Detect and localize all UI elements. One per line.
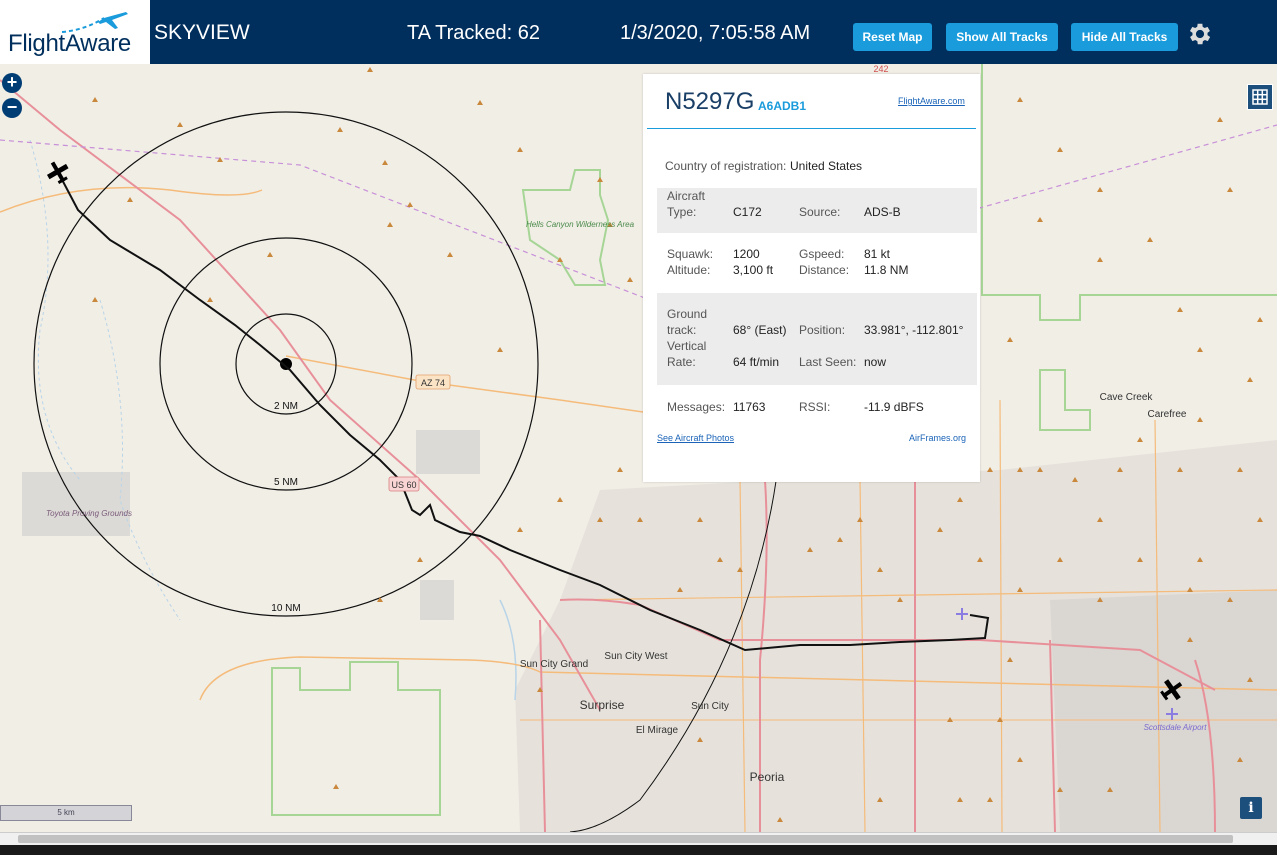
- tracked-count: TA Tracked: 62: [407, 22, 541, 44]
- info-button[interactable]: i: [1240, 797, 1262, 819]
- gear-icon[interactable]: [1186, 20, 1214, 48]
- horizontal-scrollbar[interactable]: [0, 832, 1277, 845]
- place-label-cave-creek: Cave Creek: [1100, 392, 1154, 403]
- scrollbar-thumb[interactable]: [18, 835, 1233, 843]
- logo-text: FlightAware: [8, 30, 131, 57]
- messages-label: Messages:: [667, 400, 726, 414]
- source-label: Source:: [799, 205, 841, 219]
- rssi-label: RSSI:: [799, 400, 831, 414]
- ground-track-label: Ground track:: [667, 307, 708, 337]
- last-seen-value: now: [864, 355, 887, 369]
- current-datetime: 1/3/2020, 7:05:58 AM: [620, 22, 811, 44]
- ground-track-row: Ground track: 68° (East) Position: 33.98…: [657, 293, 977, 385]
- aircraft-info-panel: N5297G A6ADB1 FlightAware.com Country of…: [643, 74, 980, 482]
- ring-label-5nm: 5 NM: [274, 477, 298, 488]
- flightaware-logo[interactable]: FlightAware: [0, 0, 150, 64]
- place-label-scottsdale-airport: Scottsdale Airport: [1144, 723, 1208, 732]
- place-label-peoria: Peoria: [750, 770, 785, 784]
- altitude-value: 3,100 ft: [733, 263, 774, 277]
- ground-track-value: 68° (East): [733, 323, 787, 337]
- airframes-link[interactable]: AirFrames.org: [909, 433, 966, 443]
- ring-label-2nm: 2 NM: [274, 401, 298, 412]
- panel-divider: [647, 128, 976, 129]
- layers-grid-button[interactable]: [1247, 84, 1273, 110]
- squawk-label: Squawk:: [667, 247, 714, 261]
- map-canvas[interactable]: AZ 74 US 60 2 NM 5 NM 10 NM Hells Canyon…: [0, 64, 1277, 832]
- app-title: SKYVIEW: [154, 21, 250, 44]
- reset-map-button[interactable]: Reset Map: [853, 23, 932, 51]
- rssi-value: -11.9 dBFS: [864, 400, 924, 414]
- road-label-242: 242: [873, 64, 888, 74]
- vertical-rate-label: Vertical Rate:: [667, 339, 707, 369]
- squawk-value: 1200: [733, 247, 760, 261]
- place-label-el-mirage: El Mirage: [636, 725, 679, 736]
- place-label-surprise: Surprise: [580, 698, 625, 712]
- road-label-az74: AZ 74: [421, 378, 445, 388]
- zoom-out-button[interactable]: −: [2, 98, 22, 118]
- zoom-in-button[interactable]: +: [2, 73, 22, 93]
- scale-bar: 5 km: [0, 805, 132, 821]
- distance-value: 11.8 NM: [864, 263, 909, 277]
- ring-label-10nm: 10 NM: [271, 603, 300, 614]
- show-all-tracks-button[interactable]: Show All Tracks: [946, 23, 1058, 51]
- grid-icon: [1252, 89, 1268, 105]
- aircraft-type-row: Aircraft Type: C172 Source: ADS-B: [657, 188, 977, 233]
- aircraft-type-label: Aircraft Type:: [667, 189, 706, 219]
- aircraft-registration: N5297G: [665, 88, 755, 115]
- place-label-sun-city-grand: Sun City Grand: [520, 659, 588, 670]
- place-label-sun-city: Sun City: [691, 701, 729, 712]
- vertical-rate-value: 64 ft/min: [733, 355, 780, 369]
- road-label-us60: US 60: [391, 480, 416, 490]
- position-value: 33.981°, -112.801°: [864, 323, 964, 337]
- country-value: United States: [790, 159, 863, 173]
- aircraft-type-value: C172: [733, 205, 762, 219]
- hide-all-tracks-button[interactable]: Hide All Tracks: [1071, 23, 1178, 51]
- place-label-hells-canyon: Hells Canyon Wilderness Area: [526, 220, 635, 229]
- place-label-sun-city-west: Sun City West: [604, 651, 667, 662]
- last-seen-label: Last Seen:: [799, 355, 857, 369]
- window-bottom-edge: [0, 845, 1277, 855]
- distance-label: Distance:: [799, 263, 850, 277]
- flightaware-link[interactable]: FlightAware.com: [898, 96, 965, 106]
- altitude-label: Altitude:: [667, 263, 711, 277]
- gspeed-value: 81 kt: [864, 247, 891, 261]
- source-value: ADS-B: [864, 205, 901, 219]
- map-layer[interactable]: AZ 74 US 60 2 NM 5 NM 10 NM Hells Canyon…: [0, 64, 1277, 832]
- aircraft-hex-code: A6ADB1: [758, 99, 807, 113]
- messages-row: Messages: 11763 RSSI: -11.9 dBFS: [657, 399, 977, 419]
- place-label-toyota: Toyota Proving Grounds: [46, 509, 132, 518]
- gspeed-label: Gspeed:: [799, 247, 845, 261]
- place-label-carefree: Carefree: [1148, 409, 1187, 420]
- squawk-row: Squawk: 1200 Gspeed: 81 kt Altitude: 3,1…: [657, 246, 977, 282]
- country-label: Country of registration:: [665, 159, 787, 173]
- messages-value: 11763: [733, 400, 766, 414]
- aircraft-photos-link[interactable]: See Aircraft Photos: [657, 433, 734, 443]
- position-label: Position:: [799, 323, 846, 337]
- top-bar: FlightAware SKYVIEW TA Tracked: 62 1/3/2…: [0, 0, 1277, 64]
